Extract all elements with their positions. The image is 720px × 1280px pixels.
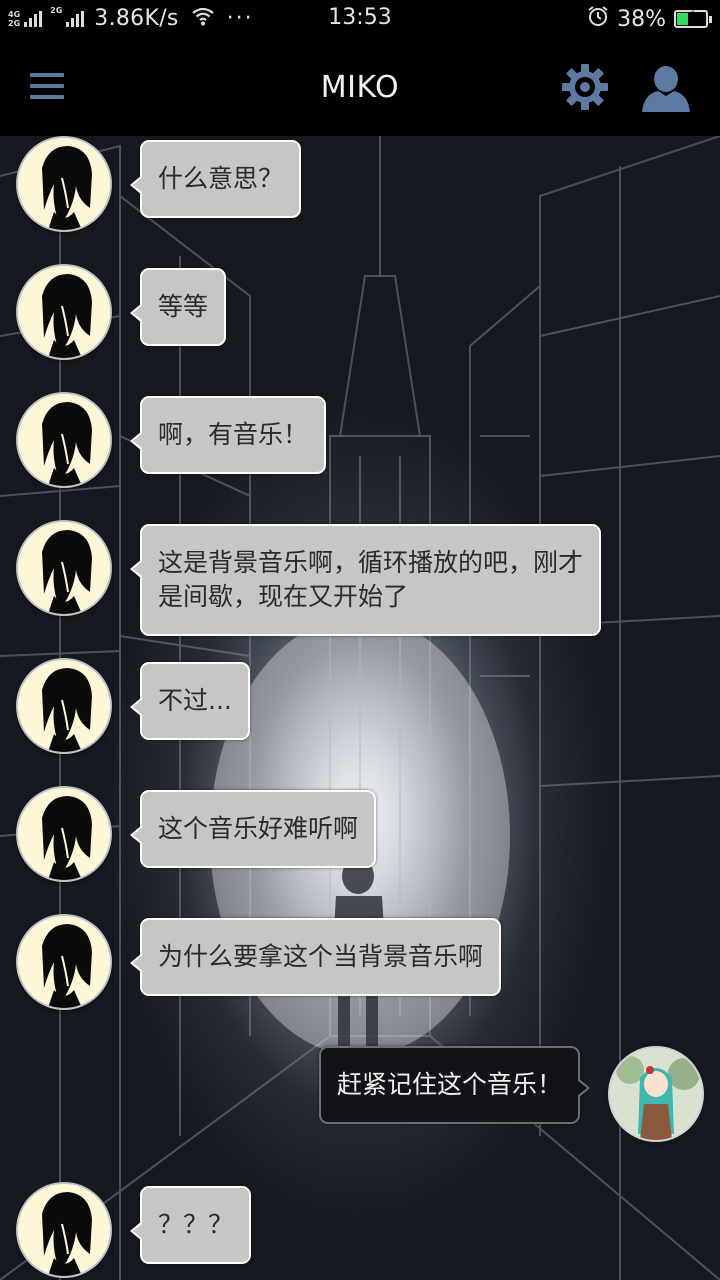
message-bubble[interactable]: 赶紧记住这个音乐！ <box>318 1046 591 1124</box>
battery-percent: 38% <box>617 6 666 32</box>
battery-icon: ⚡ <box>674 8 712 28</box>
contact-avatar[interactable] <box>18 1184 110 1276</box>
message-bubble[interactable]: 什么意思？ <box>129 140 302 218</box>
chat-title: MIKO <box>320 70 400 105</box>
contact-avatar[interactable] <box>18 916 110 1008</box>
contact-avatar[interactable] <box>18 660 110 752</box>
contact-avatar[interactable] <box>18 522 110 614</box>
chat-screen: 4G 2G 2G 3.86K/s ··· 13:53 38% ⚡ MIKO 什么… <box>0 0 720 1280</box>
message-bubble[interactable]: 为什么要拿这个当背景音乐啊 <box>129 918 502 996</box>
contact-avatar[interactable] <box>18 394 110 486</box>
message-bubble[interactable]: 等等 <box>129 268 227 346</box>
message-bubble[interactable]: 这是背景音乐啊，循环播放的吧，刚才 是间歇，现在又开始了 <box>129 524 602 636</box>
gear-icon[interactable] <box>560 62 610 112</box>
message-bubble[interactable]: 这个音乐好难听啊 <box>129 790 377 868</box>
contact-avatar[interactable] <box>18 266 110 358</box>
contact-avatar[interactable] <box>18 788 110 880</box>
my-avatar[interactable] <box>610 1048 702 1140</box>
message-bubble[interactable]: ？？？ <box>129 1186 252 1264</box>
app-header: MIKO <box>0 38 720 136</box>
contact-avatar[interactable] <box>18 138 110 230</box>
message-bubble[interactable]: 啊，有音乐！ <box>129 396 327 474</box>
status-bar: 4G 2G 2G 3.86K/s ··· 13:53 38% ⚡ <box>0 0 720 38</box>
message-bubble[interactable]: 不过... <box>130 662 250 740</box>
alarm-icon <box>587 5 609 33</box>
user-icon[interactable] <box>640 64 692 114</box>
